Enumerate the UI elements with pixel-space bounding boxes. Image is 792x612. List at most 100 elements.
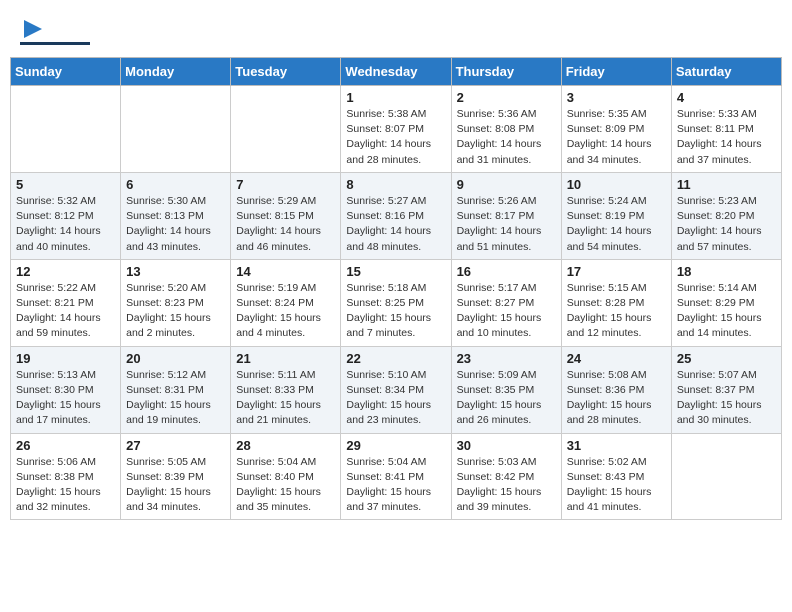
calendar-table: SundayMondayTuesdayWednesdayThursdayFrid… xyxy=(10,57,782,520)
calendar-cell: 27Sunrise: 5:05 AM Sunset: 8:39 PM Dayli… xyxy=(121,433,231,520)
calendar-cell: 9 Sunrise: 5:26 AM Sunset: 8:17 PM Daylig… xyxy=(451,172,561,259)
day-detail: Sunrise: 5:08 AM Sunset: 8:36 PM Dayligh… xyxy=(567,368,666,429)
day-number: 21 xyxy=(236,351,335,366)
day-number: 15 xyxy=(346,264,445,279)
day-number: 1 xyxy=(346,90,445,105)
day-detail: Sunrise: 5:04 AM Sunset: 8:40 PM Dayligh… xyxy=(236,455,335,516)
day-detail: Sunrise: 5:26 AM Sunset: 8:17 PM Dayligh… xyxy=(457,194,556,255)
calendar-cell: 25Sunrise: 5:07 AM Sunset: 8:37 PM Dayli… xyxy=(671,346,781,433)
day-number: 10 xyxy=(567,177,666,192)
day-detail: Sunrise: 5:12 AM Sunset: 8:31 PM Dayligh… xyxy=(126,368,225,429)
day-detail: Sunrise: 5:14 AM Sunset: 8:29 PM Dayligh… xyxy=(677,281,776,342)
calendar-week-row: 26 Sunrise: 5:06 AM Sunset: 8:38 PM Dayli… xyxy=(11,433,782,520)
calendar-cell: 8 Sunrise: 5:27 AM Sunset: 8:16 PM Daylig… xyxy=(341,172,451,259)
day-number: 29 xyxy=(346,438,445,453)
day-detail: Sunrise: 5:35 AM Sunset: 8:09 PM Dayligh… xyxy=(567,107,666,168)
day-number: 8 xyxy=(346,177,445,192)
calendar-cell: 30 Sunrise: 5:03 AM Sunset: 8:42 PM Dayli… xyxy=(451,433,561,520)
day-detail: Sunrise: 5:32 AM Sunset: 8:12 PM Dayligh… xyxy=(16,194,115,255)
day-detail: Sunrise: 5:02 AM Sunset: 8:43 PM Dayligh… xyxy=(567,455,666,516)
calendar-cell: 22 Sunrise: 5:10 AM Sunset: 8:34 PM Dayli… xyxy=(341,346,451,433)
calendar-cell: 19 Sunrise: 5:13 AM Sunset: 8:30 PM Dayli… xyxy=(11,346,121,433)
calendar-cell: 13 Sunrise: 5:20 AM Sunset: 8:23 PM Dayli… xyxy=(121,259,231,346)
day-number: 17 xyxy=(567,264,666,279)
day-number: 22 xyxy=(346,351,445,366)
calendar-cell: 3 Sunrise: 5:35 AM Sunset: 8:09 PM Daylig… xyxy=(561,86,671,173)
day-number: 24 xyxy=(567,351,666,366)
day-number: 13 xyxy=(126,264,225,279)
calendar-week-row: 12 Sunrise: 5:22 AM Sunset: 8:21 PM Dayli… xyxy=(11,259,782,346)
day-number: 26 xyxy=(16,438,115,453)
calendar-cell: 6 Sunrise: 5:30 AM Sunset: 8:13 PM Daylig… xyxy=(121,172,231,259)
calendar-cell: 29 Sunrise: 5:04 AM Sunset: 8:41 PM Dayli… xyxy=(341,433,451,520)
day-detail: Sunrise: 5:24 AM Sunset: 8:19 PM Dayligh… xyxy=(567,194,666,255)
day-number: 7 xyxy=(236,177,335,192)
calendar-week-row: 5 Sunrise: 5:32 AM Sunset: 8:12 PM Daylig… xyxy=(11,172,782,259)
calendar-cell: 20 Sunrise: 5:12 AM Sunset: 8:31 PM Dayli… xyxy=(121,346,231,433)
day-number: 9 xyxy=(457,177,556,192)
logo-underline xyxy=(20,42,90,45)
day-detail: Sunrise: 5:11 AM Sunset: 8:33 PM Dayligh… xyxy=(236,368,335,429)
day-detail: Sunrise: 5:30 AM Sunset: 8:13 PM Dayligh… xyxy=(126,194,225,255)
day-number: 20 xyxy=(126,351,225,366)
weekday-header: Thursday xyxy=(451,58,561,86)
day-number: 30 xyxy=(457,438,556,453)
calendar-cell: 31Sunrise: 5:02 AM Sunset: 8:43 PM Dayli… xyxy=(561,433,671,520)
day-number: 5 xyxy=(16,177,115,192)
day-detail: Sunrise: 5:27 AM Sunset: 8:16 PM Dayligh… xyxy=(346,194,445,255)
calendar-cell: 5 Sunrise: 5:32 AM Sunset: 8:12 PM Daylig… xyxy=(11,172,121,259)
calendar-cell: 12 Sunrise: 5:22 AM Sunset: 8:21 PM Dayli… xyxy=(11,259,121,346)
day-number: 4 xyxy=(677,90,776,105)
day-number: 23 xyxy=(457,351,556,366)
calendar-cell xyxy=(231,86,341,173)
calendar-cell: 4 Sunrise: 5:33 AM Sunset: 8:11 PM Daylig… xyxy=(671,86,781,173)
day-detail: Sunrise: 5:07 AM Sunset: 8:37 PM Dayligh… xyxy=(677,368,776,429)
day-number: 27 xyxy=(126,438,225,453)
calendar-cell: 1 Sunrise: 5:38 AM Sunset: 8:07 PM Daylig… xyxy=(341,86,451,173)
page-header xyxy=(10,10,782,53)
calendar-cell: 14 Sunrise: 5:19 AM Sunset: 8:24 PM Dayli… xyxy=(231,259,341,346)
day-detail: Sunrise: 5:04 AM Sunset: 8:41 PM Dayligh… xyxy=(346,455,445,516)
calendar-cell: 15 Sunrise: 5:18 AM Sunset: 8:25 PM Dayli… xyxy=(341,259,451,346)
calendar-cell: 24 Sunrise: 5:08 AM Sunset: 8:36 PM Dayli… xyxy=(561,346,671,433)
day-detail: Sunrise: 5:13 AM Sunset: 8:30 PM Dayligh… xyxy=(16,368,115,429)
day-number: 14 xyxy=(236,264,335,279)
day-detail: Sunrise: 5:10 AM Sunset: 8:34 PM Dayligh… xyxy=(346,368,445,429)
day-number: 6 xyxy=(126,177,225,192)
day-detail: Sunrise: 5:19 AM Sunset: 8:24 PM Dayligh… xyxy=(236,281,335,342)
calendar-cell: 26 Sunrise: 5:06 AM Sunset: 8:38 PM Dayli… xyxy=(11,433,121,520)
day-detail: Sunrise: 5:03 AM Sunset: 8:42 PM Dayligh… xyxy=(457,455,556,516)
day-detail: Sunrise: 5:33 AM Sunset: 8:11 PM Dayligh… xyxy=(677,107,776,168)
weekday-header: Sunday xyxy=(11,58,121,86)
weekday-header: Tuesday xyxy=(231,58,341,86)
day-number: 3 xyxy=(567,90,666,105)
day-detail: Sunrise: 5:18 AM Sunset: 8:25 PM Dayligh… xyxy=(346,281,445,342)
calendar-cell: 11Sunrise: 5:23 AM Sunset: 8:20 PM Dayli… xyxy=(671,172,781,259)
weekday-header-row: SundayMondayTuesdayWednesdayThursdayFrid… xyxy=(11,58,782,86)
day-number: 11 xyxy=(677,177,776,192)
weekday-header: Friday xyxy=(561,58,671,86)
day-detail: Sunrise: 5:22 AM Sunset: 8:21 PM Dayligh… xyxy=(16,281,115,342)
calendar-cell: 16Sunrise: 5:17 AM Sunset: 8:27 PM Dayli… xyxy=(451,259,561,346)
day-number: 12 xyxy=(16,264,115,279)
day-detail: Sunrise: 5:09 AM Sunset: 8:35 PM Dayligh… xyxy=(457,368,556,429)
day-number: 18 xyxy=(677,264,776,279)
calendar-cell xyxy=(11,86,121,173)
calendar-week-row: 1 Sunrise: 5:38 AM Sunset: 8:07 PM Daylig… xyxy=(11,86,782,173)
calendar-cell: 23 Sunrise: 5:09 AM Sunset: 8:35 PM Dayli… xyxy=(451,346,561,433)
day-number: 2 xyxy=(457,90,556,105)
day-detail: Sunrise: 5:20 AM Sunset: 8:23 PM Dayligh… xyxy=(126,281,225,342)
calendar-cell: 17 Sunrise: 5:15 AM Sunset: 8:28 PM Dayli… xyxy=(561,259,671,346)
calendar-cell: 2Sunrise: 5:36 AM Sunset: 8:08 PM Daylig… xyxy=(451,86,561,173)
calendar-cell: 21 Sunrise: 5:11 AM Sunset: 8:33 PM Dayli… xyxy=(231,346,341,433)
day-number: 19 xyxy=(16,351,115,366)
calendar-cell xyxy=(121,86,231,173)
day-detail: Sunrise: 5:15 AM Sunset: 8:28 PM Dayligh… xyxy=(567,281,666,342)
weekday-header: Monday xyxy=(121,58,231,86)
day-number: 28 xyxy=(236,438,335,453)
calendar-cell: 10 Sunrise: 5:24 AM Sunset: 8:19 PM Dayli… xyxy=(561,172,671,259)
day-detail: Sunrise: 5:06 AM Sunset: 8:38 PM Dayligh… xyxy=(16,455,115,516)
calendar-cell: 28 Sunrise: 5:04 AM Sunset: 8:40 PM Dayli… xyxy=(231,433,341,520)
logo-icon xyxy=(22,18,44,40)
day-detail: Sunrise: 5:38 AM Sunset: 8:07 PM Dayligh… xyxy=(346,107,445,168)
